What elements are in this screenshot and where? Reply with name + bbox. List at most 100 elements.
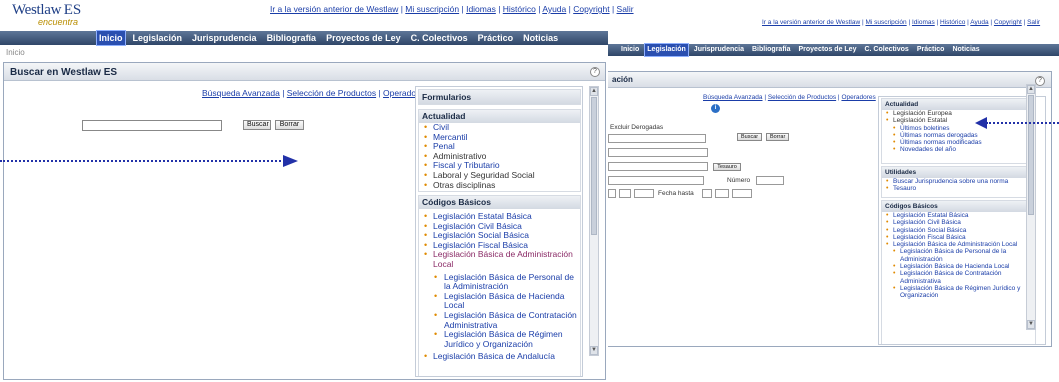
list-item[interactable]: Legislación Básica de Administración Loc…: [419, 250, 580, 269]
thesaurus-button[interactable]: Tesauro: [713, 163, 741, 171]
sidebar-scrollbar[interactable]: ▲ ▼: [1026, 84, 1036, 330]
scroll-thumb[interactable]: [1028, 95, 1034, 215]
advanced-search-link[interactable]: Búsqueda Avanzada: [202, 88, 280, 98]
number-input[interactable]: [756, 176, 784, 185]
date-from-month[interactable]: [619, 189, 631, 198]
logo-westlaw: Westlaw: [12, 2, 62, 18]
list-item[interactable]: Legislación Estatal Básica: [882, 212, 1035, 220]
list-item[interactable]: Legislación Básica de Contratación Admin…: [419, 310, 580, 330]
actualidad-title: Actualidad: [882, 99, 1035, 110]
nav-colectivos[interactable]: C. Colectivos: [409, 31, 470, 45]
list-item[interactable]: Legislación Europea: [882, 110, 1035, 118]
product-selection-link[interactable]: Selección de Productos: [768, 94, 836, 101]
link-help[interactable]: Ayuda: [542, 4, 566, 14]
legislation-search-panel: ación ? Búsqueda Avanzada | Selección de…: [608, 71, 1052, 347]
search-button[interactable]: Buscar: [243, 120, 271, 130]
link-copyright[interactable]: Copyright: [994, 19, 1022, 26]
formularios-section[interactable]: Formularios: [418, 89, 581, 105]
link-languages[interactable]: Idiomas: [912, 19, 935, 26]
clear-button[interactable]: Borrar: [766, 133, 789, 141]
help-icon[interactable]: ?: [1035, 76, 1045, 86]
link-copyright[interactable]: Copyright: [573, 4, 609, 14]
date-to-year[interactable]: [732, 189, 752, 198]
title-input[interactable]: [608, 134, 706, 143]
westlaw-logo[interactable]: Westlaw ES encuentra: [12, 2, 92, 28]
nav-inicio[interactable]: Inicio: [96, 30, 126, 46]
list-item[interactable]: Legislación Básica de Contratación Admin…: [882, 270, 1035, 285]
help-icon[interactable]: ?: [590, 67, 600, 77]
nav-legislacion[interactable]: Legislación: [131, 31, 185, 45]
scroll-up-icon[interactable]: ▲: [1027, 85, 1035, 94]
link-old-version[interactable]: Ir a la versión anterior de Westlaw: [270, 4, 398, 14]
link-history[interactable]: Histórico: [503, 4, 536, 14]
scroll-down-icon[interactable]: ▼: [590, 346, 598, 355]
list-item[interactable]: Legislación Básica de Administración Loc…: [882, 241, 1035, 249]
list-item[interactable]: Legislación Básica de Andalucía: [419, 352, 580, 362]
sidebar-scrollbar[interactable]: ▲ ▼: [589, 86, 599, 356]
list-item[interactable]: Buscar Jurisprudencia sobre una norma: [882, 178, 1035, 186]
date-to-month[interactable]: [715, 189, 729, 198]
search-input[interactable]: [82, 120, 222, 131]
link-subscription[interactable]: Mi suscripción: [865, 19, 906, 26]
actualidad-section: Actualidad Civil Mercantil Penal Adminis…: [418, 109, 581, 192]
nav-proyectos[interactable]: Proyectos de Ley: [797, 44, 859, 56]
scroll-up-icon[interactable]: ▲: [590, 87, 598, 96]
annotation-arrow-head-icon: [283, 155, 298, 167]
link-logout[interactable]: Salir: [617, 4, 634, 14]
nav-noticias[interactable]: Noticias: [521, 31, 560, 45]
scroll-down-icon[interactable]: ▼: [1027, 320, 1035, 329]
search-links: Búsqueda Avanzada | Selección de Product…: [202, 88, 428, 98]
nav-jurisprudencia[interactable]: Jurisprudencia: [190, 31, 259, 45]
main-nav: Inicio Legislación Jurisprudencia Biblio…: [608, 43, 1059, 57]
type-input[interactable]: [608, 176, 704, 185]
info-icon[interactable]: i: [711, 104, 720, 113]
link-subscription[interactable]: Mi suscripción: [405, 4, 459, 14]
nav-jurisprudencia[interactable]: Jurisprudencia: [692, 44, 746, 56]
list-item[interactable]: Legislación Básica de Personal de la Adm…: [419, 272, 580, 292]
advanced-search-link[interactable]: Búsqueda Avanzada: [703, 94, 763, 101]
list-item[interactable]: Novedades del año: [882, 146, 1035, 154]
operators-link[interactable]: Operadores: [841, 94, 875, 101]
nav-bibliografia[interactable]: Bibliografía: [265, 31, 319, 45]
date-to-day[interactable]: [702, 189, 712, 198]
list-item[interactable]: Legislación Social Básica: [882, 227, 1035, 235]
link-languages[interactable]: Idiomas: [466, 4, 496, 14]
panel-header: ación ?: [608, 72, 1051, 88]
link-logout[interactable]: Salir: [1027, 19, 1040, 26]
nav-noticias[interactable]: Noticias: [950, 44, 981, 56]
free-text-input[interactable]: [608, 148, 708, 157]
clear-button[interactable]: Borrar: [275, 120, 304, 130]
list-item[interactable]: Tesauro: [882, 185, 1035, 193]
list-item[interactable]: Últimos boletines: [882, 125, 1035, 133]
panel-header: Buscar en Westlaw ES ?: [4, 63, 605, 81]
list-item[interactable]: Otras disciplinas: [419, 180, 580, 191]
breadcrumb[interactable]: Inicio: [6, 48, 25, 57]
secondary-window: Ir a la versión anterior de Westlaw | Mi…: [608, 0, 1059, 382]
product-selection-link[interactable]: Selección de Productos: [287, 88, 376, 98]
formularios-title[interactable]: Formularios: [419, 90, 580, 104]
list-item[interactable]: Legislación Básica de Hacienda Local: [419, 291, 580, 311]
date-from-year[interactable]: [634, 189, 654, 198]
list-item[interactable]: Últimas normas modificadas: [882, 139, 1035, 147]
field-input[interactable]: [608, 162, 708, 171]
nav-legislacion[interactable]: Legislación: [644, 43, 689, 57]
nav-bibliografia[interactable]: Bibliografía: [750, 44, 793, 56]
scroll-thumb[interactable]: [591, 97, 597, 235]
list-item[interactable]: Legislación Básica de Hacienda Local: [882, 263, 1035, 271]
link-help[interactable]: Ayuda: [970, 19, 988, 26]
link-old-version[interactable]: Ir a la versión anterior de Westlaw: [762, 19, 860, 26]
nav-proyectos[interactable]: Proyectos de Ley: [324, 31, 403, 45]
link-history[interactable]: Histórico: [940, 19, 965, 26]
list-item[interactable]: Legislación Básica de Régimen Jurídico y…: [419, 329, 580, 349]
search-button[interactable]: Buscar: [737, 133, 762, 141]
right-sidebar: Actualidad Legislación Europea Legislaci…: [878, 96, 1046, 345]
nav-practico[interactable]: Práctico: [915, 44, 947, 56]
nav-inicio[interactable]: Inicio: [619, 44, 641, 56]
list-item[interactable]: Legislación Fiscal Básica: [882, 234, 1035, 242]
date-from-day[interactable]: [608, 189, 616, 198]
list-item[interactable]: Legislación Básica de Régimen Jurídico y…: [882, 285, 1035, 300]
nav-colectivos[interactable]: C. Colectivos: [862, 44, 910, 56]
list-item[interactable]: Legislación Básica de Personal de la Adm…: [882, 248, 1035, 263]
list-item[interactable]: Legislación Civil Básica: [882, 219, 1035, 227]
nav-practico[interactable]: Práctico: [476, 31, 516, 45]
